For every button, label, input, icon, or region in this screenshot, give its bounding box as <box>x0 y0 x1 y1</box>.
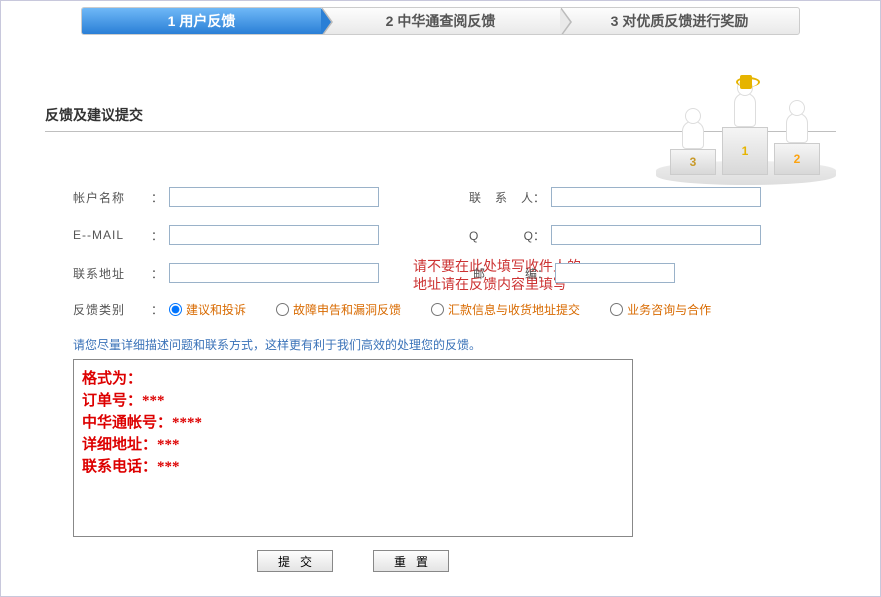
radio-fault[interactable]: 故障申告和漏洞反馈 <box>276 301 401 318</box>
radio-business[interactable]: 业务咨询与合作 <box>610 301 711 318</box>
step-1-label: 1 用户反馈 <box>168 11 236 31</box>
feedback-textarea[interactable] <box>73 359 633 537</box>
feedback-form: 帐户名称 ： 联 系 人 ： E--MAIL ： Q Q ： 联系地址 ： 请不… <box>73 187 808 572</box>
contact-input[interactable] <box>551 187 761 207</box>
account-input[interactable] <box>169 187 379 207</box>
podium-illustration: 3 1 2 <box>656 45 836 185</box>
radio-payment-input[interactable] <box>431 303 444 316</box>
label-contact: 联 系 人 <box>469 189 533 206</box>
step-3-label: 3 对优质反馈进行奖励 <box>611 11 749 31</box>
postcode-input[interactable] <box>555 263 675 283</box>
reset-button[interactable]: 重置 <box>373 550 449 572</box>
label-email: E--MAIL <box>73 228 151 242</box>
hint-text: 请您尽量详细描述问题和联系方式，这样更有利于我们高效的处理您的反馈。 <box>73 336 808 353</box>
step-2-label: 2 中华通查阅反馈 <box>386 11 496 31</box>
radio-suggestion-input[interactable] <box>169 303 182 316</box>
trophy-icon <box>740 75 752 89</box>
step-1: 1 用户反馈 <box>82 8 321 34</box>
submit-button[interactable]: 提交 <box>257 550 333 572</box>
label-account: 帐户名称 <box>73 189 151 206</box>
step-3: 3 对优质反馈进行奖励 <box>560 8 799 34</box>
qq-input[interactable] <box>551 225 761 245</box>
email-input[interactable] <box>169 225 379 245</box>
radio-fault-input[interactable] <box>276 303 289 316</box>
step-2: 2 中华通查阅反馈 <box>321 8 560 34</box>
label-qq: Q Q <box>469 227 533 244</box>
address-input[interactable] <box>169 263 379 283</box>
radio-suggestion[interactable]: 建议和投诉 <box>169 301 246 318</box>
step-bar: 1 用户反馈 2 中华通查阅反馈 3 对优质反馈进行奖励 <box>81 7 800 35</box>
label-address: 联系地址 <box>73 265 151 282</box>
label-category: 反馈类别 <box>73 301 151 318</box>
radio-business-input[interactable] <box>610 303 623 316</box>
radio-payment[interactable]: 汇款信息与收货地址提交 <box>431 301 580 318</box>
label-postcode: 邮编 <box>473 265 537 282</box>
